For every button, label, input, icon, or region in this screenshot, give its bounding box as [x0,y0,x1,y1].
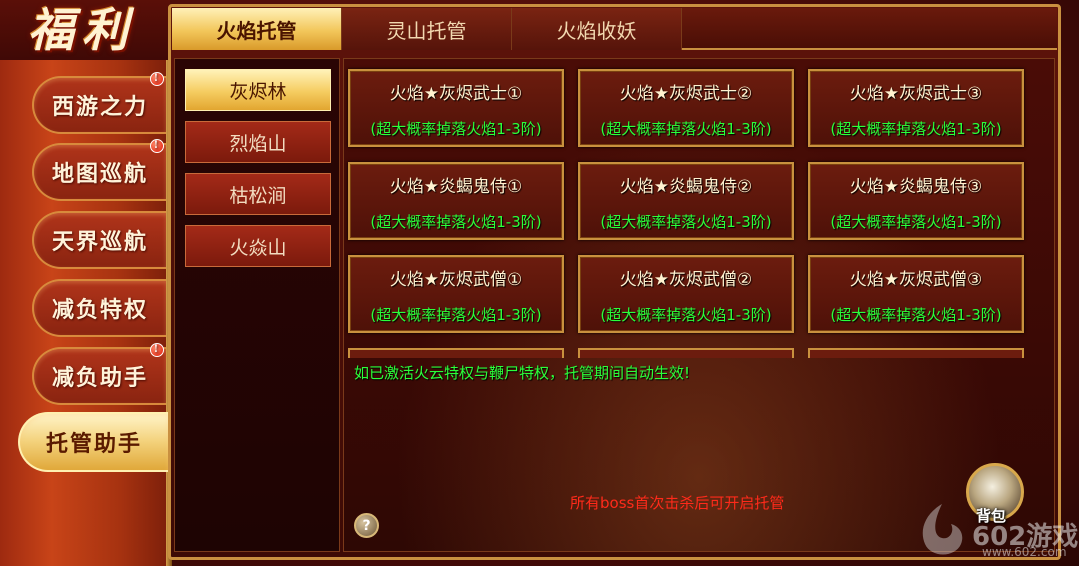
sidebar-item-auto-helper[interactable]: 托管助手 [18,412,168,472]
boss-name: 火焰★灰烬武士② [619,84,753,104]
sidebar-item-label: 天界巡航 [51,229,148,255]
sidebar-item-map-cruise[interactable]: 地图巡航 ! [32,139,166,201]
tab-fire-demon[interactable]: 火焰收妖 [512,8,682,50]
boss-name: 火焰★炎蝎鬼侍② [619,177,753,197]
boss-card[interactable]: 火焰★灰烬武僧② (超大概率掉落火焰1-3阶) [578,255,794,333]
notification-dot-icon: ! [150,72,164,86]
boss-card[interactable]: 火焰★灰烬武僧① (超大概率掉落火焰1-3阶) [348,255,564,333]
sidebar-item-label: 西游之力 [51,94,148,120]
boss-card[interactable]: 火焰★灰烬武士① (超大概率掉落火焰1-3阶) [348,69,564,147]
map-item-kusongjian[interactable]: 枯松涧 [185,173,331,215]
boss-card[interactable]: 火焰★灰烬武僧③ (超大概率掉落火焰1-3阶) [808,255,1024,333]
boss-name: 火焰★灰烬武士③ [849,84,983,104]
boss-drop-info: (超大概率掉落火焰1-3阶) [830,213,1002,231]
boss-drop-info: (超大概率掉落火焰1-3阶) [600,213,772,231]
boss-name: 火焰★灰烬武僧① [389,270,523,290]
map-item-lieyanshan[interactable]: 烈焰山 [185,121,331,163]
boss-card-partial[interactable] [348,348,564,358]
boss-name: 火焰★炎蝎鬼侍① [389,177,523,197]
boss-card-partial[interactable] [578,348,794,358]
boss-card[interactable]: 火焰★灰烬武士③ (超大概率掉落火焰1-3阶) [808,69,1024,147]
boss-drop-info: (超大概率掉落火焰1-3阶) [370,306,542,324]
tab-fire-auto[interactable]: 火焰托管 [172,8,342,50]
notification-dot-icon: ! [150,139,164,153]
sidebar-item-label: 托管助手 [45,431,142,457]
sidebar-item-label: 减负助手 [51,365,148,391]
sidebar-item-xiyou[interactable]: 西游之力 ! [32,72,166,134]
boss-drop-info: (超大概率掉落火焰1-3阶) [830,120,1002,138]
boss-name: 火焰★灰烬武士① [389,84,523,104]
panel-title: 福利 [28,3,136,57]
tab-lingshan-auto[interactable]: 灵山托管 [342,8,512,50]
map-item-huoyanshan[interactable]: 火焱山 [185,225,331,267]
sidebar-item-burden-helper[interactable]: 减负助手 ! [32,343,166,405]
notification-dot-icon: ! [150,343,164,357]
sidebar-item-sky-cruise[interactable]: 天界巡航 [32,211,166,269]
boss-card[interactable]: 火焰★灰烬武士② (超大概率掉落火焰1-3阶) [578,69,794,147]
privilege-notice: 如已激活火云特权与鞭尸特权，托管期间自动生效! [354,364,691,382]
boss-drop-info: (超大概率掉落火焰1-3阶) [370,120,542,138]
help-button[interactable]: ? [354,513,379,538]
sidebar-item-label: 地图巡航 [51,161,148,187]
map-list: 灰烬林 烈焰山 枯松涧 火焱山 [174,58,340,552]
map-item-huijinlin[interactable]: 灰烬林 [185,69,331,111]
watermark-url: www.602.com [982,545,1067,559]
boss-name: 火焰★炎蝎鬼侍③ [849,177,983,197]
help-icon: ? [362,517,371,534]
boss-name: 火焰★灰烬武僧② [619,270,753,290]
sidebar-item-burden-privilege[interactable]: 减负特权 [32,279,166,337]
boss-card[interactable]: 火焰★炎蝎鬼侍③ (超大概率掉落火焰1-3阶) [808,162,1024,240]
watermark-logo-icon [915,500,969,560]
boss-name: 火焰★灰烬武僧③ [849,270,983,290]
boss-drop-info: (超大概率掉落火焰1-3阶) [370,213,542,231]
boss-drop-info: (超大概率掉落火焰1-3阶) [600,306,772,324]
boss-drop-info: (超大概率掉落火焰1-3阶) [600,120,772,138]
tab-bar: 火焰托管 灵山托管 火焰收妖 [172,8,1057,50]
sidebar-item-label: 减负特权 [51,297,148,323]
boss-card[interactable]: 火焰★炎蝎鬼侍① (超大概率掉落火焰1-3阶) [348,162,564,240]
boss-card-partial[interactable] [808,348,1024,358]
boss-drop-info: (超大概率掉落火焰1-3阶) [830,306,1002,324]
boss-card[interactable]: 火焰★炎蝎鬼侍② (超大概率掉落火焰1-3阶) [578,162,794,240]
